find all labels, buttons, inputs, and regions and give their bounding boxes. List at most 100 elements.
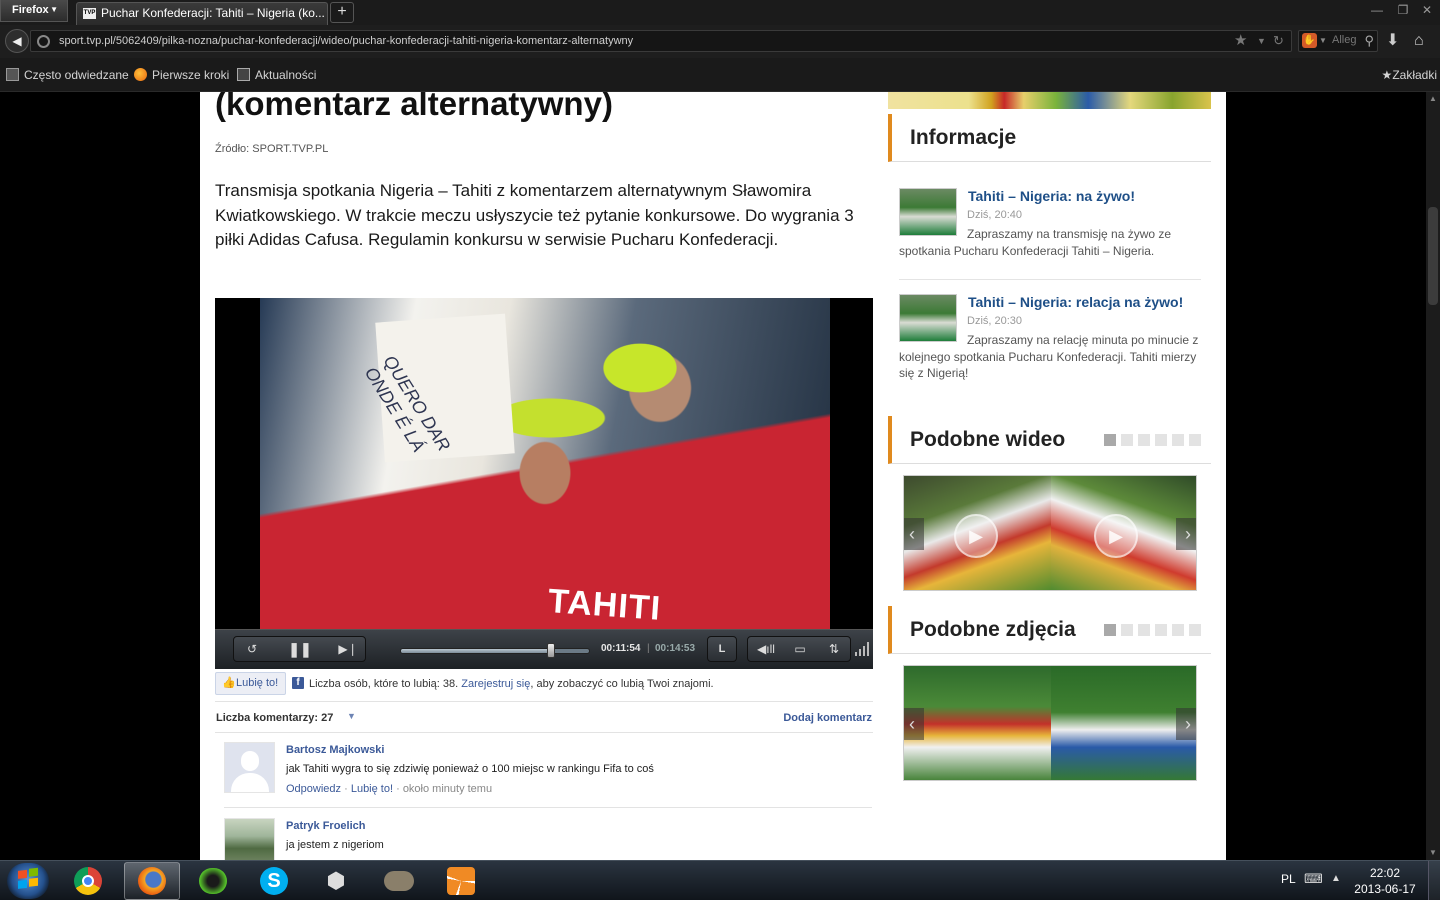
url-text[interactable]: sport.tvp.pl/5062409/pilka-nozna/puchar-… [59, 34, 633, 48]
comment-text: ja jestem z nigeriom [286, 839, 384, 851]
play-icon[interactable]: ▶ [1094, 514, 1138, 558]
chevron-down-icon[interactable]: ▼ [347, 711, 356, 721]
seek-handle[interactable] [547, 643, 556, 658]
language-indicator[interactable]: PL [1281, 872, 1296, 886]
downloads-icon[interactable]: ⬇ [1386, 29, 1399, 53]
avatar[interactable] [224, 818, 275, 860]
replay-icon[interactable]: ↺ [234, 637, 270, 661]
taskbar-xmind[interactable] [436, 863, 486, 899]
bookmark-most-visited[interactable]: Często odwiedzane [6, 58, 129, 92]
bookmark-latest-headlines[interactable]: Aktualności [237, 58, 316, 92]
clock[interactable]: 22:02 2013-06-17 [1350, 865, 1420, 897]
bookmark-star-icon[interactable]: ★ [1234, 31, 1247, 51]
comments-header: Liczba komentarzy: 27 ▼ Dodaj komentarz [215, 701, 873, 733]
tab-bar: Firefox ▼ TVP Puchar Konfederacji: Tahit… [0, 0, 1440, 25]
new-tab-button[interactable]: + [330, 2, 354, 23]
carousel-page-dot[interactable] [1104, 434, 1116, 446]
allegro-search-engine-icon[interactable]: ✋ [1302, 33, 1317, 48]
taskbar-firefox[interactable] [124, 862, 180, 900]
restore-icon[interactable]: ❐ [1394, 3, 1412, 19]
comment-time: około minuty temu [402, 783, 493, 795]
windows-start-button[interactable] [7, 863, 49, 899]
news-item[interactable]: Tahiti – Nigeria: na żywo! Dziś, 20:40 Z… [899, 188, 1201, 268]
tab-active[interactable]: TVP Puchar Konfederacji: Tahiti – Nigeri… [76, 2, 328, 25]
scroll-down-icon[interactable]: ▼ [1426, 846, 1440, 860]
article-lead: Transmisja spotkania Nigeria – Tahiti z … [215, 181, 854, 249]
pause-icon[interactable]: ❚❚ [274, 637, 326, 661]
carousel-page-dot[interactable] [1189, 434, 1201, 446]
carousel-prev-icon[interactable]: ‹ [904, 708, 924, 740]
scroll-up-icon[interactable]: ▲ [1426, 92, 1440, 106]
page-icon [6, 67, 19, 81]
comment-author[interactable]: Bartosz Majkowski [286, 744, 384, 756]
window-mode-icon[interactable]: ▭ [784, 637, 816, 661]
carousel-page-dot[interactable] [1189, 624, 1201, 636]
firefox-menu-button[interactable]: Firefox ▼ [0, 0, 68, 22]
volume-icon[interactable]: ◀ıll [750, 637, 782, 661]
bookmarks-menu-button[interactable]: ★Zakładki [1382, 58, 1437, 92]
carousel-page-dot[interactable] [1138, 434, 1150, 446]
search-icon[interactable]: ⚲ [1364, 32, 1374, 50]
carousel-page-dot[interactable] [1155, 624, 1167, 636]
comment-like-link[interactable]: Lubię to! [351, 783, 393, 795]
carousel-next-icon[interactable]: › [1176, 518, 1196, 550]
minimize-icon[interactable]: — [1368, 3, 1386, 19]
similar-video-heading: Podobne wideo [910, 428, 1066, 451]
video-frame[interactable]: QUERO DAR ONDE É LÁ TAHITI [260, 298, 830, 629]
taskbar-gimp[interactable] [374, 863, 424, 899]
sidebar-banner[interactable] [888, 92, 1211, 109]
search-input[interactable]: Alleg [1332, 34, 1356, 46]
scroll-thumb[interactable] [1428, 207, 1438, 305]
play-icon[interactable]: ▶ [954, 514, 998, 558]
register-link[interactable]: Zarejestruj się [461, 678, 530, 690]
reply-link[interactable]: Odpowiedz [286, 783, 341, 795]
carousel-page-dot[interactable] [1138, 624, 1150, 636]
bitrate-signal-icon [855, 642, 869, 656]
search-bar[interactable]: ✋ ▼ Alleg ⚲ [1298, 30, 1378, 52]
tray-expand-icon[interactable]: ▲ [1331, 873, 1341, 884]
back-button[interactable]: ◀ [5, 29, 29, 53]
carousel-page-dot[interactable] [1104, 624, 1116, 636]
search-engine-dropdown-icon[interactable]: ▼ [1319, 31, 1327, 51]
skip-forward-icon[interactable]: ▶❘ [330, 637, 366, 661]
playback-control-group: ↺ ❚❚ ▶❘ [233, 636, 366, 662]
carousel-next-icon[interactable]: › [1176, 708, 1196, 740]
carousel-page-dot[interactable] [1172, 624, 1184, 636]
news-title[interactable]: Tahiti – Nigeria: na żywo! [968, 188, 1135, 204]
keyboard-icon[interactable]: ⌨ [1304, 871, 1323, 887]
bookmark-getting-started[interactable]: Pierwsze kroki [134, 58, 229, 92]
carousel-prev-icon[interactable]: ‹ [904, 518, 924, 550]
taskbar-skype[interactable]: S [250, 863, 300, 899]
quality-button[interactable]: L [707, 636, 737, 662]
photo-thumbnail[interactable] [904, 666, 1051, 780]
reload-icon[interactable]: ↻ [1273, 31, 1284, 51]
carousel-page-dot[interactable] [1121, 624, 1133, 636]
taskbar-hexagon-app[interactable]: ⬢ [312, 863, 362, 899]
video-player[interactable]: QUERO DAR ONDE É LÁ TAHITI ↺ ❚❚ ▶❘ 00:11… [215, 298, 873, 669]
comment-author[interactable]: Patryk Froelich [286, 820, 365, 832]
show-desktop-button[interactable] [1428, 861, 1440, 900]
home-icon[interactable]: ⌂ [1414, 29, 1424, 53]
comments-count[interactable]: Liczba komentarzy: 27 [216, 712, 333, 724]
hexagon-app-icon: ⬢ [326, 868, 346, 893]
carousel-page-dot[interactable] [1172, 434, 1184, 446]
seek-bar[interactable] [400, 643, 590, 658]
fullscreen-icon[interactable]: ⇅ [818, 637, 850, 661]
bookmark-label: Aktualności [255, 68, 317, 82]
avatar[interactable] [224, 742, 275, 793]
news-item[interactable]: Tahiti – Nigeria: relacja na żywo! Dziś,… [899, 294, 1201, 390]
taskbar-chrome[interactable] [64, 863, 114, 899]
site-identity-icon[interactable] [37, 35, 50, 48]
facebook-like-button[interactable]: 👍 Lubię to! [215, 672, 286, 695]
close-icon[interactable]: ✕ [1418, 3, 1436, 19]
bookmarks-toolbar: Często odwiedzane Pierwsze kroki Aktualn… [0, 58, 1440, 92]
carousel-page-dot[interactable] [1121, 434, 1133, 446]
taskbar-winamp[interactable] [188, 863, 238, 899]
thumbs-up-icon: 👍 [222, 677, 236, 689]
vertical-scrollbar[interactable]: ▲ ▼ [1426, 92, 1440, 860]
url-bar[interactable]: sport.tvp.pl/5062409/pilka-nozna/puchar-… [30, 30, 1292, 52]
carousel-page-dot[interactable] [1155, 434, 1167, 446]
news-title[interactable]: Tahiti – Nigeria: relacja na żywo! [968, 294, 1183, 310]
url-history-dropdown-icon[interactable]: ▼ [1257, 31, 1266, 51]
add-comment-link[interactable]: Dodaj komentarz [783, 712, 872, 724]
